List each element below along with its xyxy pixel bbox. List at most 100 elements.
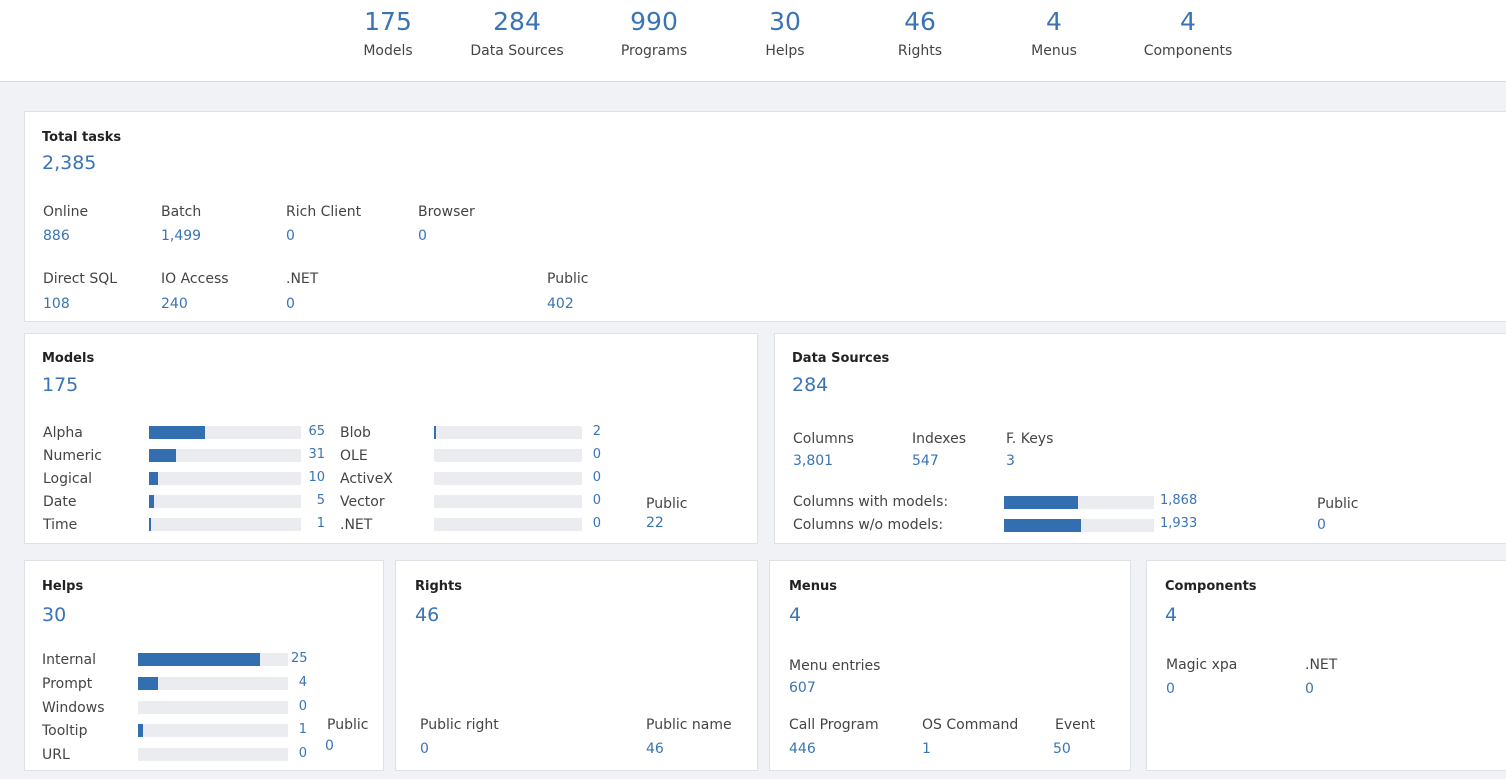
summary-models[interactable]: 175 Models [353,6,423,64]
model-bar-fill [149,449,176,462]
menu-entries-value: 607 [789,680,816,696]
columns-with-models-bar [1004,496,1154,509]
public-name-value: 46 [646,741,664,757]
model-type-value: 10 [308,470,325,485]
call-program-value: 446 [789,741,816,757]
model-type-label: .NET [340,517,373,533]
batch-value: 1,499 [161,228,202,244]
help-type-value: 0 [298,746,307,761]
total-tasks-panel: Total tasks 2,385 Online 886 Batch 1,499… [24,111,1506,322]
columns-with-models-value: 1,868 [1160,493,1198,508]
summary-data-sources[interactable]: 284 Data Sources [452,6,582,64]
summary-components[interactable]: 4 Components [1128,6,1248,64]
columns-without-models-value: 1,933 [1160,516,1198,531]
model-type-value: 1 [316,516,325,531]
data-sources-count: 284 [792,374,829,396]
columns-without-models-label: Columns w/o models: [793,517,944,533]
public-right-value: 0 [420,741,429,757]
model-type-label: Blob [340,425,371,441]
help-bar-windows [138,701,288,714]
magic-xpa-value: 0 [1166,681,1175,697]
help-bar-url [138,748,288,761]
model-bar-activex [434,472,582,485]
public-name-label: Public name [646,717,732,733]
os-command-label: OS Command [922,717,1019,733]
summary-programs[interactable]: 990 Programs [604,6,704,64]
model-bar-fill [149,472,158,485]
models-title: Models [42,351,95,366]
direct-sql-value: 108 [43,296,70,312]
total-tasks-title: Total tasks [42,130,122,145]
data-sources-panel: Data Sources 284 Columns 3,801 Indexes 5… [774,333,1506,544]
model-type-value: 0 [592,516,601,531]
summary-rights-count: 46 [904,7,936,36]
help-bar-fill [138,653,260,666]
direct-sql-label: Direct SQL [43,271,118,287]
os-command-value: 1 [922,741,931,757]
menus-count: 4 [789,604,802,626]
online-value: 886 [43,228,70,244]
model-type-value: 2 [592,424,601,439]
event-value: 50 [1053,741,1071,757]
help-type-label: Windows [42,700,105,716]
model-bar-vector [434,495,582,508]
public-right-label: Public right [420,717,499,733]
help-type-label: URL [42,747,70,763]
indexes-value: 547 [912,453,939,469]
model-bar-dotnet [434,518,582,531]
helps-public-label: Public [327,717,369,733]
model-type-value: 0 [592,470,601,485]
magic-xpa-label: Magic xpa [1166,657,1238,673]
browser-value: 0 [418,228,427,244]
data-sources-title: Data Sources [792,351,890,366]
menu-entries-label: Menu entries [789,658,881,674]
io-access-label: IO Access [161,271,229,287]
components-count: 4 [1165,604,1178,626]
model-type-value: 31 [308,447,325,462]
summary-helps-count: 30 [769,7,801,36]
total-tasks-count: 2,385 [42,152,97,174]
io-access-value: 240 [161,296,188,312]
summary-data-sources-count: 284 [493,7,541,36]
model-type-value: 5 [316,493,325,508]
summary-menus[interactable]: 4 Menus [1014,6,1094,64]
rights-count: 46 [415,604,440,626]
batch-label: Batch [161,204,202,220]
columns-with-models-fill [1004,496,1078,509]
summary-helps[interactable]: 30 Helps [750,6,820,64]
summary-menus-count: 4 [1046,7,1062,36]
online-label: Online [43,204,89,220]
model-type-label: OLE [340,448,368,464]
model-type-label: Vector [340,494,385,510]
summary-models-label: Models [363,43,413,59]
summary-programs-count: 990 [630,7,678,36]
help-type-label: Internal [42,652,96,668]
summary-rights[interactable]: 46 Rights [880,6,960,64]
helps-public-value: 0 [325,738,334,754]
model-bar-ole [434,449,582,462]
indexes-label: Indexes [912,431,967,447]
data-sources-public-label: Public [1317,496,1359,512]
columns-without-models-bar [1004,519,1154,532]
summary-rights-label: Rights [897,43,943,59]
model-type-value: 65 [308,424,325,439]
rights-panel: Rights 46 Public right 0 Public name 46 [395,560,758,771]
models-count: 175 [42,374,79,396]
dotnet-value: 0 [286,296,295,312]
summary-data-sources-label: Data Sources [470,43,564,59]
components-dotnet-value: 0 [1305,681,1314,697]
model-type-label: Date [43,494,77,510]
help-bar-tooltip [138,724,288,737]
model-type-label: Time [43,517,78,533]
components-panel: Components 4 Magic xpa 0 .NET 0 [1146,560,1506,771]
model-type-label: Logical [43,471,93,487]
components-dotnet-label: .NET [1305,657,1338,673]
menus-panel: Menus 4 Menu entries 607 Call Program 44… [769,560,1131,771]
model-type-value: 0 [592,447,601,462]
data-sources-public-value: 0 [1317,517,1326,533]
help-type-label: Prompt [42,676,93,692]
summary-helps-label: Helps [765,43,805,59]
components-title: Components [1165,579,1257,594]
model-bar-logical [149,472,301,485]
summary-menus-label: Menus [1031,43,1077,59]
